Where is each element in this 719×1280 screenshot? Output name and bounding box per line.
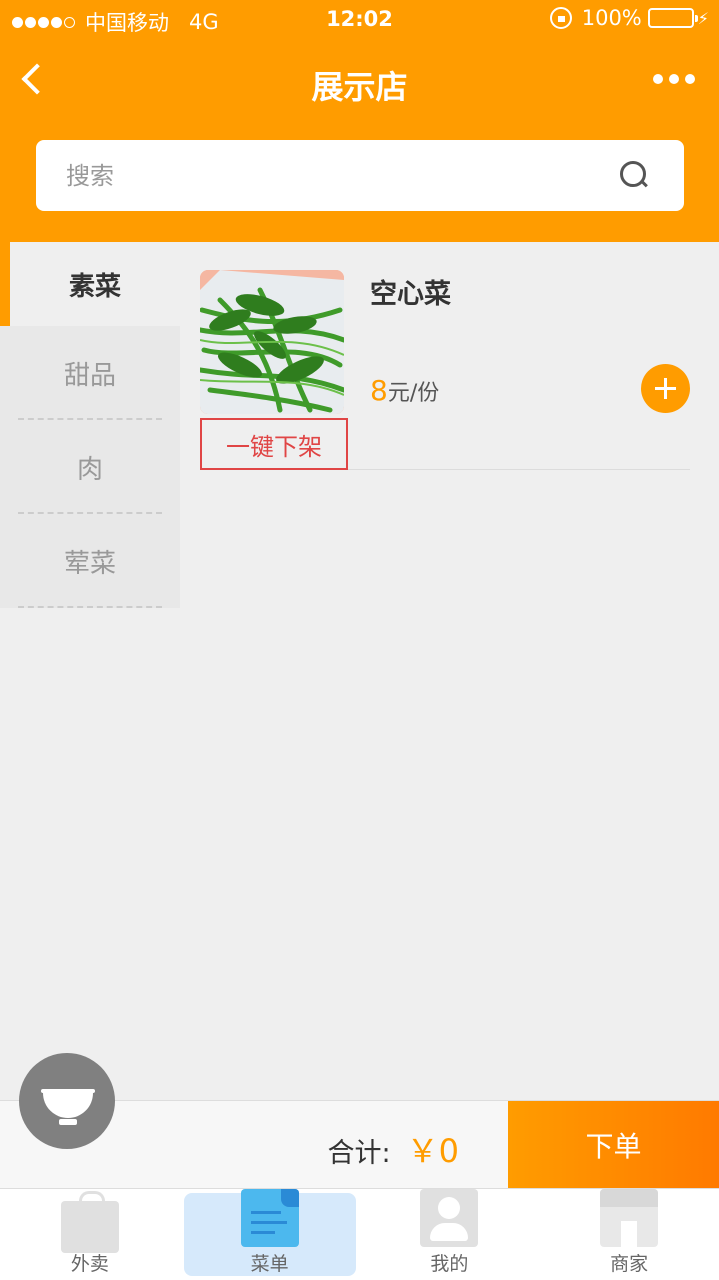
bag-icon bbox=[60, 1191, 119, 1253]
battery-icon bbox=[647, 8, 698, 28]
search-input[interactable] bbox=[66, 140, 606, 211]
dish-image[interactable] bbox=[200, 270, 344, 414]
category-label: 甜品 bbox=[63, 360, 116, 391]
menu-doc-icon bbox=[240, 1189, 299, 1247]
category-item-meat-dishes[interactable]: 荤菜 bbox=[0, 514, 180, 608]
tab-label: 菜单 bbox=[250, 1253, 289, 1275]
place-order-button[interactable]: 下单 bbox=[508, 1101, 719, 1189]
status-right: 100% ⚡ bbox=[549, 6, 709, 30]
category-label: 素菜 bbox=[68, 271, 121, 302]
category-label: 肉 bbox=[76, 454, 103, 485]
search-box[interactable] bbox=[36, 140, 684, 211]
person-icon bbox=[420, 1189, 479, 1247]
battery-percent: 100% bbox=[581, 6, 642, 30]
more-icon[interactable] bbox=[647, 74, 695, 84]
tab-menu[interactable]: 菜单 bbox=[180, 1189, 360, 1280]
category-item-meat[interactable]: 肉 bbox=[0, 420, 180, 514]
category-label: 荤菜 bbox=[63, 548, 116, 579]
dish-price: 8元/份 bbox=[370, 374, 439, 407]
tab-label: 外卖 bbox=[70, 1253, 109, 1275]
dish-name: 空心菜 bbox=[370, 279, 451, 310]
shop-icon bbox=[600, 1189, 659, 1247]
tab-label: 我的 bbox=[430, 1253, 469, 1275]
tab-merchant[interactable]: 商家 bbox=[539, 1189, 719, 1280]
cart-total: 合计: ￥0 bbox=[328, 1126, 459, 1172]
status-bar: 中国移动 4G 12:02 100% ⚡ bbox=[0, 0, 719, 40]
take-off-shelf-button[interactable]: 一键下架 bbox=[200, 418, 348, 470]
category-item-dessert[interactable]: 甜品 bbox=[0, 326, 180, 420]
cart-bowl-icon[interactable] bbox=[19, 1053, 115, 1149]
active-category-marker bbox=[0, 242, 10, 326]
category-sidebar: 素菜 甜品 肉 荤菜 bbox=[0, 242, 180, 608]
tab-takeout[interactable]: 外卖 bbox=[0, 1189, 180, 1280]
bottom-tab-bar: 外卖 菜单 我的 商家 bbox=[0, 1188, 719, 1280]
charging-icon: ⚡ bbox=[697, 8, 709, 28]
rotation-lock-icon bbox=[549, 7, 572, 29]
add-to-cart-icon[interactable] bbox=[641, 364, 690, 413]
page-title: 展示店 bbox=[311, 68, 408, 106]
header: 展示店 bbox=[0, 40, 719, 242]
total-amount: ￥0 bbox=[406, 1132, 459, 1170]
price-unit: 元/份 bbox=[387, 381, 440, 406]
total-label: 合计: bbox=[327, 1138, 391, 1169]
price-value: 8 bbox=[370, 374, 388, 407]
dish-item: 空心菜 8元/份 一键下架 bbox=[200, 270, 690, 470]
tab-mine[interactable]: 我的 bbox=[360, 1189, 540, 1280]
category-item-vegetable[interactable]: 素菜 bbox=[0, 242, 180, 326]
tab-label: 商家 bbox=[610, 1253, 649, 1275]
search-icon[interactable] bbox=[620, 161, 648, 189]
